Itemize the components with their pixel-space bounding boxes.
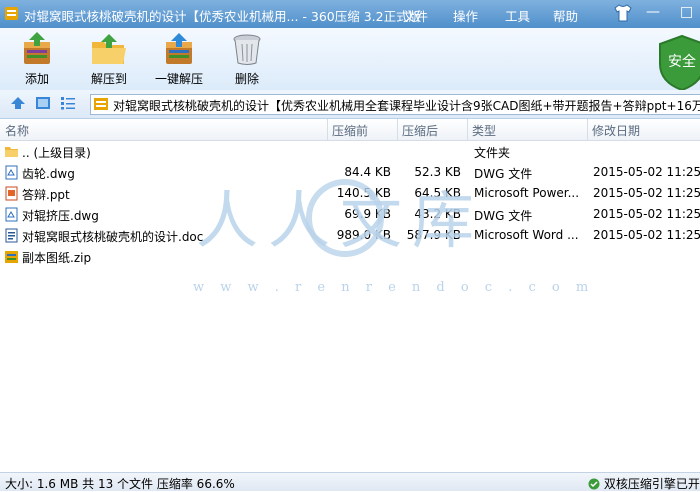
- file-modified: 2015-05-02 11:25: [593, 165, 700, 179]
- folder-icon: [5, 147, 18, 157]
- toolbar: 添加 解压到 一键解压 删除: [0, 28, 700, 91]
- file-packed-size: 52.3 KB: [414, 165, 461, 179]
- ppt-file-icon: [5, 186, 18, 201]
- column-name[interactable]: 名称: [5, 122, 29, 139]
- archive-icon: [94, 98, 108, 110]
- title-bar: 对辊窝眼式核桃破壳机的设计【优秀农业机械用... - 360压缩 3.2正式版 …: [0, 0, 700, 28]
- file-size: 84.4 KB: [344, 165, 391, 179]
- extract-folder-icon: [92, 34, 126, 64]
- column-divider[interactable]: [327, 119, 328, 140]
- status-summary: 大小: 1.6 MB 共 13 个文件 压缩率 66.6%: [5, 477, 235, 491]
- menu-help[interactable]: 帮助: [553, 6, 578, 25]
- file-modified: 2015-05-02 11:25: [593, 228, 700, 242]
- list-view-icon[interactable]: [60, 96, 76, 110]
- column-modified[interactable]: 修改日期: [592, 122, 640, 139]
- column-type[interactable]: 类型: [472, 122, 496, 139]
- file-type: Microsoft Word ...: [474, 228, 579, 242]
- maximize-button[interactable]: □: [680, 4, 693, 20]
- file-row[interactable]: 答辩.ppt 140.5 KB 64.5 KB Microsoft Power.…: [0, 183, 700, 204]
- file-type: Microsoft Power...: [474, 186, 580, 200]
- file-list-header: 名称 压缩前 压缩后 类型 修改日期: [0, 119, 700, 141]
- address-field[interactable]: 对辊窝眼式核桃破壳机的设计【优秀农业机械用全套课程毕业设计含9张CAD图纸+带开…: [90, 94, 700, 115]
- minimize-button[interactable]: —: [646, 4, 660, 20]
- doc-file-icon: [5, 228, 18, 243]
- file-size: 989.0 KB: [336, 228, 391, 242]
- file-row[interactable]: 副本图纸.zip: [0, 246, 700, 267]
- dwg-file-icon: [5, 207, 18, 222]
- file-row[interactable]: 对辊窝眼式核桃破壳机的设计.doc 989.0 KB 587.9 KB Micr…: [0, 225, 700, 246]
- skin-tshirt-icon[interactable]: [613, 4, 633, 22]
- engine-status: 双核压缩引擎已开: [588, 475, 700, 492]
- address-path: 对辊窝眼式核桃破壳机的设计【优秀农业机械用全套课程毕业设计含9张CAD图纸+带开…: [113, 99, 700, 113]
- security-shield-icon[interactable]: 安全: [658, 34, 700, 92]
- engine-check-icon: [588, 478, 600, 490]
- column-divider[interactable]: [397, 119, 398, 140]
- file-size: 140.5 KB: [336, 186, 391, 200]
- address-bar: 对辊窝眼式核桃破壳机的设计【优秀农业机械用全套课程毕业设计含9张CAD图纸+带开…: [0, 90, 700, 119]
- large-icon-view-icon[interactable]: [35, 96, 51, 110]
- file-packed-size: 587.9 KB: [406, 228, 461, 242]
- file-name: 齿轮.dwg: [22, 167, 75, 181]
- file-packed-size: 43.2 KB: [414, 207, 461, 221]
- column-packed[interactable]: 压缩后: [402, 122, 438, 139]
- zip-file-icon: [5, 251, 18, 263]
- file-name: 对辊窝眼式核桃破壳机的设计.doc: [22, 230, 204, 244]
- column-size[interactable]: 压缩前: [332, 122, 368, 139]
- file-name: 副本图纸.zip: [22, 251, 92, 265]
- add-button[interactable]: 添加: [12, 32, 62, 88]
- status-bar: 大小: 1.6 MB 共 13 个文件 压缩率 66.6% 双核压缩引擎已开: [0, 472, 700, 491]
- delete-button[interactable]: 删除: [224, 32, 270, 88]
- safe-badge-label: 安全: [668, 53, 696, 70]
- file-modified: 2015-05-02 11:25: [593, 207, 700, 221]
- file-size: 69.9 KB: [344, 207, 391, 221]
- file-type: 文件夹: [474, 146, 511, 160]
- menu-operation[interactable]: 操作: [453, 6, 478, 25]
- file-row[interactable]: .. (上级目录) 文件夹: [0, 141, 700, 162]
- engine-status-label: 双核压缩引擎已开: [603, 477, 700, 491]
- delete-label: 删除: [234, 72, 259, 86]
- file-row[interactable]: 对辊挤压.dwg 69.9 KB 43.2 KB DWG 文件 2015-05-…: [0, 204, 700, 225]
- window-title: 对辊窝眼式核桃破壳机的设计【优秀农业机械用... - 360压缩 3.2正式版: [24, 9, 422, 24]
- trash-icon: [233, 34, 261, 65]
- one-click-extract-icon: [166, 33, 192, 64]
- file-name: 对辊挤压.dwg: [22, 209, 99, 223]
- file-row[interactable]: 齿轮.dwg 84.4 KB 52.3 KB DWG 文件 2015-05-02…: [0, 162, 700, 183]
- file-modified: 2015-05-02 11:25: [593, 186, 700, 200]
- column-divider[interactable]: [467, 119, 468, 140]
- add-archive-icon: [24, 32, 50, 64]
- extract-to-label: 解压到: [90, 72, 127, 86]
- file-packed-size: 64.5 KB: [414, 186, 461, 200]
- dwg-file-icon: [5, 165, 18, 180]
- file-type: DWG 文件: [474, 209, 533, 223]
- app-icon: [5, 7, 18, 20]
- one-click-extract-label: 一键解压: [154, 72, 203, 86]
- menu-tools[interactable]: 工具: [505, 6, 530, 25]
- extract-to-button[interactable]: 解压到: [84, 32, 134, 88]
- column-divider[interactable]: [587, 119, 588, 140]
- file-name: 答辩.ppt: [22, 188, 70, 202]
- one-click-extract-button[interactable]: 一键解压: [150, 32, 208, 88]
- file-type: DWG 文件: [474, 167, 533, 181]
- up-arrow-icon[interactable]: [10, 96, 26, 110]
- file-name: .. (上级目录): [22, 146, 91, 160]
- watermark-url: w w w . r e n r e n d o c . c o m: [193, 280, 595, 295]
- add-label: 添加: [24, 72, 49, 86]
- menu-file[interactable]: 文件: [403, 6, 428, 25]
